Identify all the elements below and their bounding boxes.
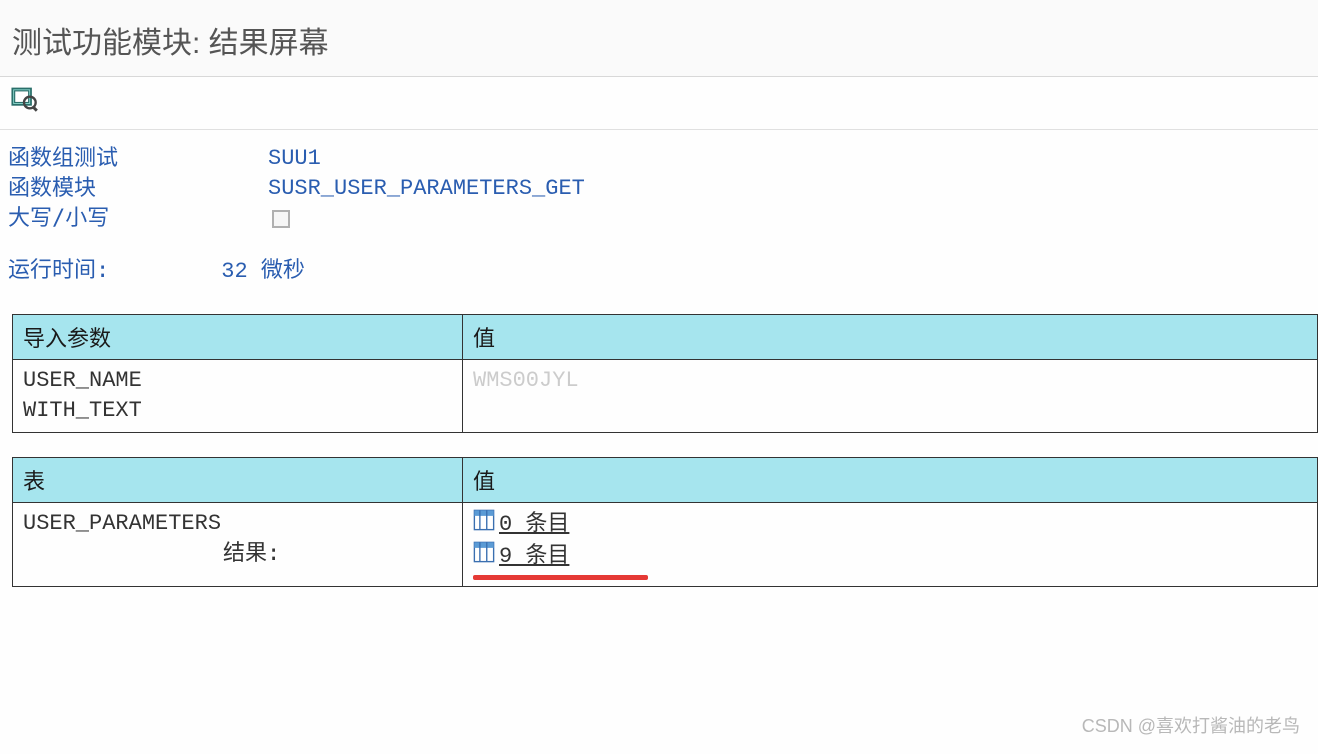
- uppercase-checkbox[interactable]: [272, 210, 290, 228]
- table-row: USER_PARAMETERS 结果: 0 条目 9 条目: [13, 503, 1318, 587]
- entry-count-result: 9 条目: [499, 542, 569, 572]
- import-params-table: 导入参数 值 USER_NAME WITH_TEXT WMS00JYL: [12, 314, 1318, 433]
- function-group-label: 函数组测试: [8, 144, 268, 174]
- entry-link-result[interactable]: 9 条目: [473, 541, 1307, 573]
- import-header-value: 值: [463, 315, 1318, 360]
- value-user-name: WMS00JYL: [473, 366, 1307, 396]
- runtime-value: 32: [221, 259, 247, 284]
- runtime-row: 运行时间: 32 微秒: [0, 240, 1318, 290]
- runtime-unit: 微秒: [261, 258, 305, 283]
- function-module-label: 函数模块: [8, 174, 268, 204]
- result-table: 表 值 USER_PARAMETERS 结果: 0 条目 9 条目: [12, 457, 1318, 587]
- table-row: USER_NAME WITH_TEXT WMS00JYL: [13, 360, 1318, 433]
- param-user-name: USER_NAME: [23, 366, 452, 396]
- table-icon: [473, 541, 495, 573]
- page-title: 测试功能模块: 结果屏幕: [0, 0, 1318, 77]
- table-icon: [473, 509, 495, 541]
- function-info: 函数组测试 SUU1 函数模块 SUSR_USER_PARAMETERS_GET…: [0, 130, 1318, 240]
- param-with-text: WITH_TEXT: [23, 396, 452, 426]
- entry-count-0: 0 条目: [499, 510, 569, 540]
- function-group-value: SUU1: [268, 144, 321, 174]
- uppercase-label: 大写/小写: [8, 204, 268, 234]
- result-header-value: 值: [463, 458, 1318, 503]
- import-header-param: 导入参数: [13, 315, 463, 360]
- runtime-label: 运行时间:: [8, 252, 208, 284]
- table-name-user-parameters: USER_PARAMETERS: [23, 509, 452, 539]
- function-module-value: SUSR_USER_PARAMETERS_GET: [268, 174, 585, 204]
- refresh-icon[interactable]: [10, 93, 38, 118]
- toolbar: [0, 77, 1318, 130]
- result-label: 结果:: [23, 539, 280, 569]
- entry-link-0[interactable]: 0 条目: [473, 509, 1307, 541]
- watermark: CSDN @喜欢打酱油的老鸟: [1082, 712, 1300, 738]
- highlight-underline: [473, 575, 648, 580]
- result-header-param: 表: [13, 458, 463, 503]
